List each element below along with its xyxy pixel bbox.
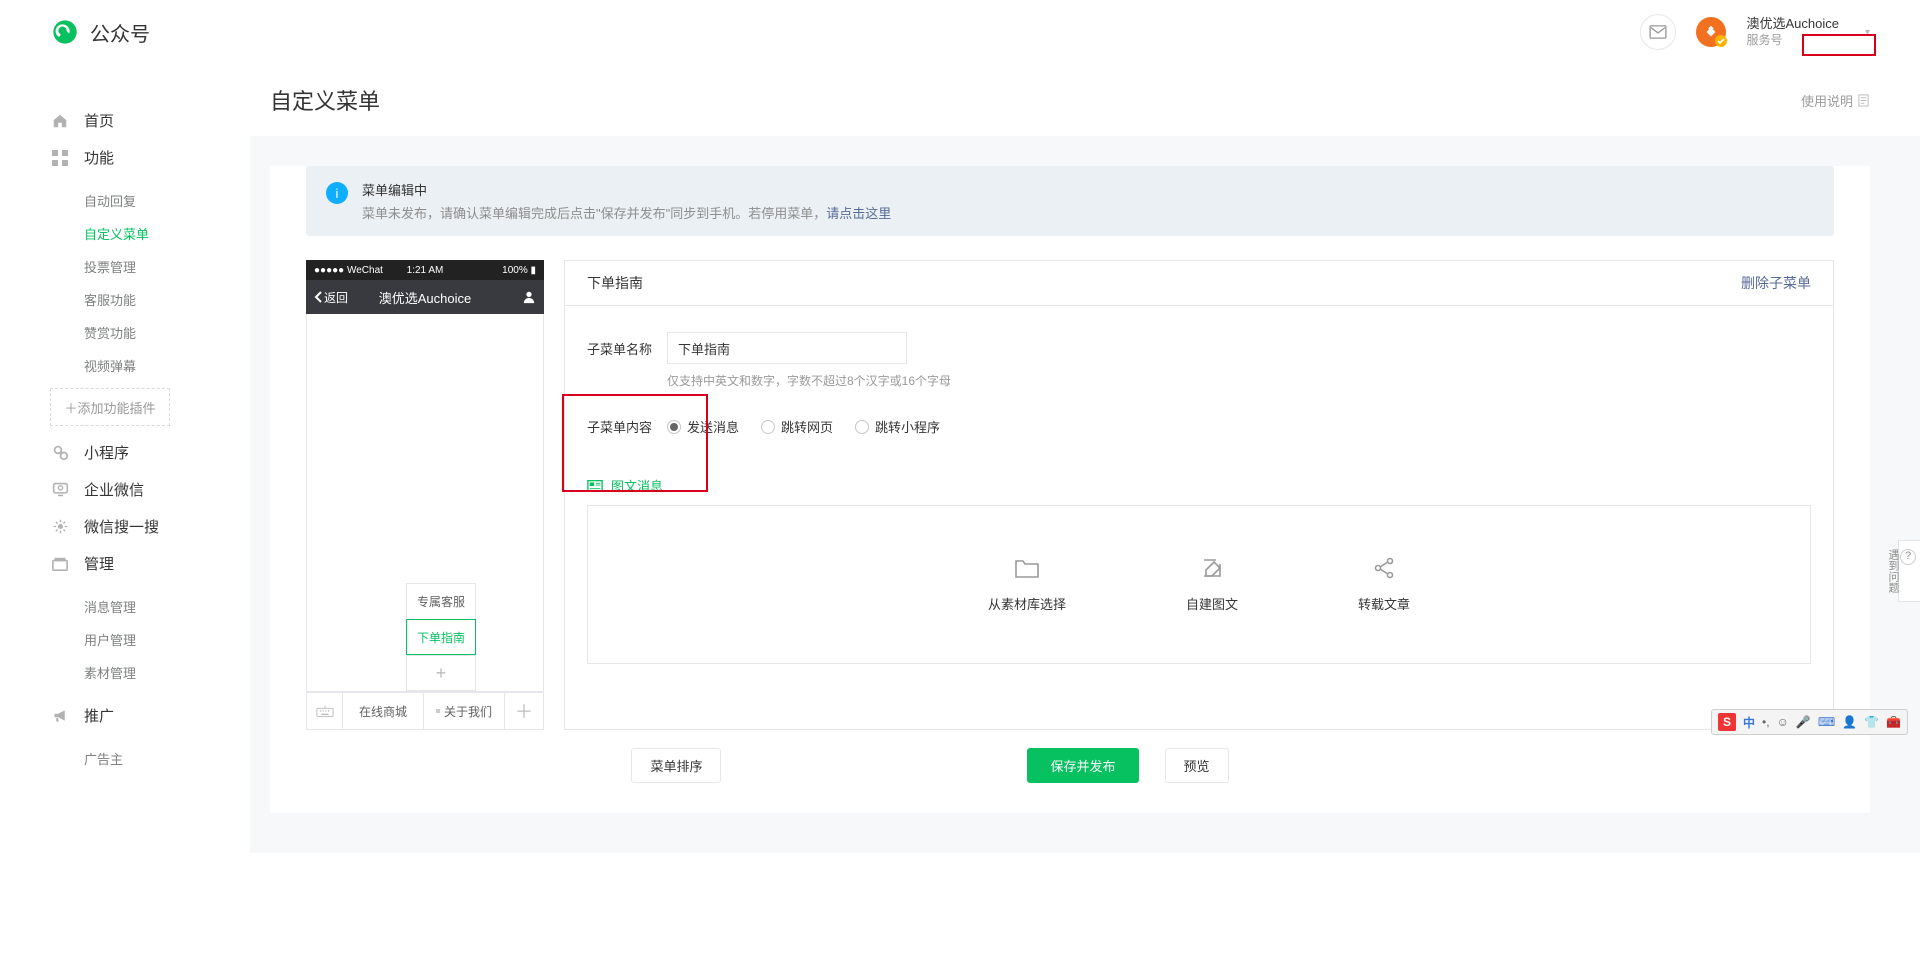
sort-menu-button[interactable]: 菜单排序 (631, 748, 721, 783)
sidebar-item[interactable]: 微信搜一搜 (50, 516, 250, 537)
select-from-library[interactable]: 从素材库选择 (988, 554, 1066, 613)
app-logo[interactable]: 公众号 (50, 17, 150, 47)
sogou-icon: S (1718, 713, 1736, 731)
sidebar-item-home[interactable]: 首页 (50, 110, 250, 131)
stop-menu-link[interactable]: 请点击这里 (826, 206, 891, 221)
share-icon (1370, 554, 1398, 582)
notice-bar: i 菜单编辑中 菜单未发布，请确认菜单编辑完成后点击"保存并发布"同步到手机。若… (306, 166, 1834, 236)
name-label: 子菜单名称 (587, 339, 667, 358)
verified-badge-icon (1714, 34, 1728, 48)
sidebar-item-features[interactable]: 功能 (50, 147, 250, 168)
sidebar-label: 功能 (84, 147, 114, 168)
sidebar-subitem[interactable]: 消息管理 (84, 590, 250, 623)
edit-icon (1198, 554, 1226, 582)
sidebar-subitem[interactable]: 投票管理 (84, 250, 250, 283)
radio-jump-web[interactable]: 跳转网页 (761, 417, 833, 436)
folder-icon (1013, 554, 1041, 582)
wechat-logo-icon (50, 17, 80, 47)
select-repost-article[interactable]: 转载文章 (1358, 554, 1410, 613)
sidebar-item[interactable]: 企业微信 (50, 479, 250, 500)
sidebar-subitem[interactable]: 赞赏功能 (84, 316, 250, 349)
sidebar-label: 推广 (84, 705, 114, 726)
save-publish-button[interactable]: 保存并发布 (1027, 748, 1138, 783)
sidebar-item-promote[interactable]: 推广 (50, 705, 250, 726)
help-link[interactable]: 使用说明 (1801, 91, 1870, 110)
ime-skin-icon: 👕 (1864, 715, 1879, 729)
grid-icon (50, 148, 70, 168)
ime-toolbar[interactable]: S 中 •, ☺ 🎤 ⌨ 👤 👕 🧰 (1711, 709, 1908, 735)
content-label: 子菜单内容 (587, 417, 667, 436)
sidebar-item[interactable]: 小程序 (50, 442, 250, 463)
ime-keyboard-icon: ⌨ (1818, 715, 1835, 729)
menu-tab[interactable]: 在线商城 (343, 693, 424, 729)
info-icon: i (326, 182, 348, 204)
annotation-box (1802, 34, 1876, 56)
ime-mic-icon: 🎤 (1796, 715, 1811, 729)
inbox-button[interactable] (1640, 14, 1676, 50)
page-title: 自定义菜单 (270, 84, 380, 116)
tab-article-message[interactable]: 图文消息 (585, 476, 665, 505)
feedback-widget[interactable]: ? 遇到问题 (1898, 540, 1920, 602)
notice-title: 菜单编辑中 (362, 180, 891, 199)
sidebar-item-manage[interactable]: 管理 (50, 553, 250, 574)
ime-emoji-icon: ☺ (1777, 715, 1789, 729)
sidebar-subitem[interactable]: 广告主 (84, 742, 250, 775)
delete-submenu-link[interactable]: 删除子菜单 (1741, 273, 1811, 293)
menu-tab[interactable]: 关于我们 (424, 693, 505, 729)
sidebar-subitem[interactable]: 自定义菜单 (84, 217, 250, 250)
sidebar-icon (50, 517, 70, 537)
select-create-article[interactable]: 自建图文 (1186, 554, 1238, 613)
envelope-icon (1649, 25, 1667, 39)
submenu-item[interactable]: 专属客服 (406, 583, 476, 619)
sidebar-label: 首页 (84, 110, 114, 131)
account-name: 澳优选Auchoice (1746, 16, 1838, 33)
avatar[interactable] (1696, 17, 1726, 47)
keyboard-icon (316, 704, 334, 718)
submenu-name-input[interactable] (667, 332, 907, 364)
phone-back-button[interactable]: 返回 (314, 289, 348, 306)
sidebar-subitem[interactable]: 自动回复 (84, 184, 250, 217)
ime-punct-icon: •, (1762, 715, 1770, 729)
add-submenu-button[interactable]: + (406, 655, 476, 691)
image-text-icon (587, 479, 603, 493)
name-hint: 仅支持中英文和数字，字数不超过8个汉字或16个字母 (667, 372, 1811, 389)
radio-send-message[interactable]: 发送消息 (667, 417, 739, 436)
radio-jump-miniapp[interactable]: 跳转小程序 (855, 417, 940, 436)
submenu-item[interactable]: 下单指南 (406, 619, 476, 655)
box-icon (50, 554, 70, 574)
sidebar-subitem[interactable]: 素材管理 (84, 656, 250, 689)
question-icon: ? (1900, 549, 1916, 565)
sidebar-subitem[interactable]: 视频弹幕 (84, 349, 250, 382)
phone-preview: ●●●●● WeChat1:21 AM100% ▮ 返回 澳优选Auchoice… (306, 260, 544, 730)
panel-title: 下单指南 (587, 273, 643, 293)
sidebar-icon (50, 480, 70, 500)
sidebar-subitem[interactable]: 用户管理 (84, 623, 250, 656)
doc-icon (1857, 94, 1870, 107)
add-plugin-button[interactable]: ＋ 添加功能插件 (50, 388, 170, 426)
app-name: 公众号 (90, 18, 150, 47)
ime-tool-icon: 🧰 (1886, 715, 1901, 729)
add-menu-tab[interactable]: ＋ (505, 693, 543, 729)
phone-title: 澳优选Auchoice (379, 288, 471, 307)
ime-user-icon: 👤 (1842, 715, 1857, 729)
sidebar-icon (50, 443, 70, 463)
home-icon (50, 111, 70, 131)
sidebar-label: 管理 (84, 553, 114, 574)
megaphone-icon (50, 706, 70, 726)
preview-button[interactable]: 预览 (1165, 748, 1229, 783)
chevron-left-icon (314, 291, 322, 303)
profile-icon[interactable] (522, 290, 536, 304)
keyboard-toggle[interactable] (307, 693, 343, 729)
sidebar-subitem[interactable]: 客服功能 (84, 283, 250, 316)
